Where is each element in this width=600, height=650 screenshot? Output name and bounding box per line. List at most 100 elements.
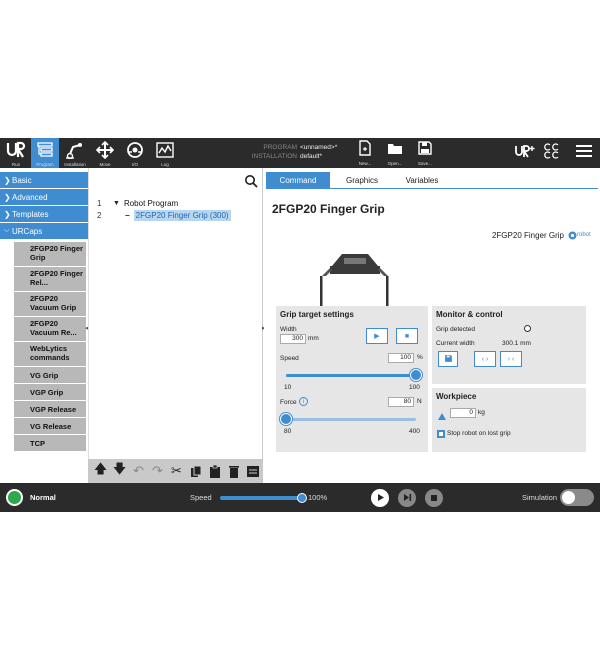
save-icon: [444, 354, 453, 365]
monitor-control-panel: Monitor & control Grip detected Current …: [432, 306, 586, 384]
tree-row-robot-program[interactable]: 1 ▼ Robot Program: [97, 197, 178, 209]
urcap-vg-grip[interactable]: VG Grip: [14, 367, 86, 383]
tab-command[interactable]: Command: [266, 172, 330, 188]
node-editor: Command Graphics Variables 2FGP20 Finger…: [264, 168, 600, 483]
nav-installation[interactable]: Installation: [61, 138, 89, 168]
move-arrows-icon: [95, 138, 115, 162]
nav-log[interactable]: Log: [151, 138, 179, 168]
top-bar: Run Program Installation Move I/O Log PR…: [0, 138, 600, 168]
remote-control-button[interactable]: [512, 138, 538, 168]
program-info: PROGRAM <unnamed>* INSTALLATION default*: [251, 144, 338, 160]
io-icon: [125, 138, 145, 162]
category-advanced[interactable]: ❯ Advanced: [0, 189, 88, 205]
stop-button[interactable]: [425, 489, 443, 507]
hamburger-menu-icon: [575, 144, 593, 163]
category-basic[interactable]: ❯ Basic: [0, 172, 88, 188]
chevron-right-icon: ❯: [4, 175, 11, 185]
save-width-button[interactable]: [438, 351, 458, 367]
stop-icon: ■: [404, 332, 410, 340]
info-icon[interactable]: i: [299, 397, 308, 406]
expand-triangle-icon[interactable]: ▼: [113, 200, 120, 207]
move-down-icon[interactable]: 🡇: [111, 461, 128, 480]
close-gripper-button[interactable]: › ‹: [500, 351, 522, 367]
urcap-2fgp20-finger-grip[interactable]: 2FGP20 Finger Grip: [14, 242, 86, 266]
close-arrows-icon: › ‹: [507, 355, 515, 363]
grip-target-panel: Grip target settings Width 300 mm ▶ ■ Sp…: [276, 306, 428, 452]
grip-detected-indicator: [524, 325, 531, 332]
play-icon: ▶: [374, 333, 380, 340]
ur-plus-icon: [514, 144, 536, 163]
log-chart-icon: [155, 138, 175, 162]
grip-run-button[interactable]: ▶: [366, 328, 388, 344]
ur-polyscope-screen: Run Program Installation Move I/O Log PR…: [0, 138, 600, 512]
stop-icon: [430, 489, 438, 507]
nav-run[interactable]: Run: [2, 138, 30, 168]
connectivity-indicator[interactable]: [542, 138, 564, 168]
robot-status-indicator[interactable]: [6, 489, 23, 506]
open-arrows-icon: ‹ ›: [481, 355, 489, 363]
workpiece-weight-input[interactable]: 0: [450, 408, 476, 418]
tree-row-finger-grip[interactable]: 2 − 2FGP20 Finger Grip (300): [97, 209, 231, 221]
tree-toolbar: 🡅 🡇 ↶ ↷ ✂: [88, 459, 263, 483]
copy-icon[interactable]: [187, 462, 204, 480]
chevron-down-icon: ⌵: [4, 227, 10, 234]
search-icon[interactable]: [244, 174, 258, 188]
suppress-icon[interactable]: [244, 462, 261, 480]
width-input[interactable]: 300: [280, 334, 306, 344]
stop-on-lost-grip-checkbox[interactable]: [437, 430, 445, 438]
urcap-weblytics-commands[interactable]: WebLytics commands: [14, 342, 86, 366]
onrobot-logo: robot: [568, 230, 592, 240]
ur-logo-icon: [6, 138, 26, 162]
speed-slider[interactable]: [286, 374, 416, 377]
urcap-2fgp20-finger-release[interactable]: 2FGP20 Finger Rel...: [14, 267, 86, 291]
simulation-toggle[interactable]: [560, 489, 594, 506]
save-button[interactable]: Save...: [412, 139, 438, 167]
editor-tabs: Command Graphics Variables: [266, 172, 450, 188]
undo-icon[interactable]: ↶: [130, 462, 147, 480]
page-title: 2FGP20 Finger Grip: [272, 202, 385, 216]
chevron-right-icon: ❯: [4, 192, 11, 202]
delete-icon[interactable]: [225, 462, 242, 480]
urcap-2fgp20-vacuum-grip[interactable]: 2FGP20 Vacuum Grip: [14, 292, 86, 316]
workpiece-panel: Workpiece 0 kg Stop robot on lost grip: [432, 388, 586, 452]
grip-stop-button[interactable]: ■: [396, 328, 418, 344]
force-slider[interactable]: [286, 418, 416, 421]
redo-icon[interactable]: ↷: [149, 462, 166, 480]
paste-icon[interactable]: [206, 462, 223, 480]
force-input[interactable]: 80: [388, 397, 414, 407]
tab-graphics[interactable]: Graphics: [330, 172, 394, 188]
nav-io[interactable]: I/O: [121, 138, 149, 168]
new-button[interactable]: New...: [352, 139, 378, 167]
move-up-icon[interactable]: 🡅: [92, 461, 109, 480]
robot-status-text: Normal: [30, 493, 56, 502]
play-button[interactable]: [371, 489, 389, 507]
gripper-illustration: [318, 246, 390, 310]
speed-value: 100%: [308, 493, 328, 502]
category-urcaps[interactable]: ⌵ URCaps: [0, 223, 88, 239]
urcap-vgp-release[interactable]: VGP Release: [14, 401, 86, 417]
play-icon: [376, 489, 385, 507]
speed-slider-handle[interactable]: [410, 369, 422, 381]
current-width-value: 300.1 mm: [502, 340, 531, 347]
speed-slider-footer[interactable]: [220, 496, 302, 500]
speed-input[interactable]: 100: [388, 353, 414, 363]
program-node-sidebar: ❯ Basic ❯ Advanced ❯ Templates ⌵ URCaps 2FGP…: [0, 168, 88, 483]
nav-program[interactable]: Program: [31, 138, 59, 168]
open-gripper-button[interactable]: ‹ ›: [474, 351, 496, 367]
urcap-vgp-grip[interactable]: VGP Grip: [14, 384, 86, 400]
urcap-tcp[interactable]: TCP: [14, 435, 86, 451]
menu-button[interactable]: [572, 138, 596, 168]
force-slider-handle[interactable]: [280, 413, 292, 425]
category-templates[interactable]: ❯ Templates: [0, 206, 88, 222]
urcap-2fgp20-vacuum-release[interactable]: 2FGP20 Vacuum Re...: [14, 317, 86, 341]
cut-icon[interactable]: ✂: [168, 462, 185, 480]
speed-slider-fill: [286, 374, 416, 377]
speed-slider-footer-handle[interactable]: [297, 493, 307, 503]
step-button[interactable]: [398, 489, 416, 507]
program-icon: [35, 138, 55, 162]
node-dash-icon: −: [125, 210, 130, 220]
open-button[interactable]: Open...: [382, 139, 408, 167]
urcap-vg-release[interactable]: VG Release: [14, 418, 86, 434]
tab-variables[interactable]: Variables: [394, 172, 450, 188]
nav-move[interactable]: Move: [91, 138, 119, 168]
